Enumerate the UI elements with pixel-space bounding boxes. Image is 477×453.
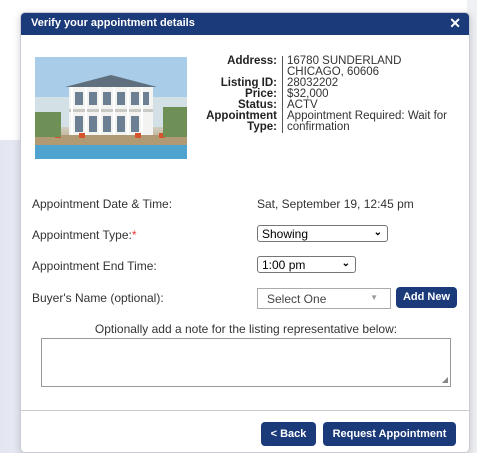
- appointment-type-selected: Showing: [262, 227, 309, 241]
- buyer-name-label: Buyer's Name (optional):: [32, 291, 164, 305]
- listing-details: Address: 16780 SUNDERLAND CHICAGO, 60606…: [193, 55, 463, 133]
- resize-grip-icon[interactable]: ◢: [442, 376, 448, 384]
- price-row: Price: $32,000: [193, 88, 463, 100]
- end-time-select[interactable]: 1:00 pm ⌄: [257, 256, 356, 273]
- dialog-title: Verify your appointment details: [31, 17, 195, 29]
- chevron-down-icon: ⌄: [373, 227, 382, 238]
- address-label: Address:: [227, 55, 277, 67]
- datetime-value: Sat, September 19, 12:45 pm: [257, 197, 414, 211]
- address-row: Address: 16780 SUNDERLAND CHICAGO, 60606: [193, 55, 463, 78]
- appointment-type-value: Appointment Required: Wait for confirmat…: [282, 110, 463, 133]
- buyer-name-select[interactable]: Select One ▼: [257, 288, 391, 309]
- triangle-down-icon: ▼: [370, 293, 378, 302]
- appointment-type-field-label-text: Appointment Type:: [32, 228, 132, 242]
- appointment-type-field-label: Appointment Type:*: [32, 228, 137, 242]
- required-marker: *: [131, 228, 137, 242]
- dialog-titlebar: Verify your appointment details ✕: [21, 13, 469, 35]
- note-label: Optionally add a note for the listing re…: [94, 322, 398, 336]
- appointment-type-select[interactable]: Showing ⌄: [257, 225, 388, 242]
- datetime-label: Appointment Date & Time:: [32, 197, 173, 211]
- footer-divider: [21, 410, 469, 411]
- appointment-type-label-line2: Type:: [247, 121, 277, 133]
- close-icon[interactable]: ✕: [449, 15, 461, 32]
- end-time-label: Appointment End Time:: [32, 259, 157, 273]
- house-photo: [35, 57, 187, 159]
- appointment-type-label: Appointment Type:: [193, 110, 282, 133]
- appointment-type-value-line2: confirmation: [287, 121, 350, 133]
- chevron-down-icon: ⌄: [341, 258, 350, 269]
- appointment-type-row: Appointment Type: Appointment Required: …: [193, 110, 463, 133]
- add-new-button[interactable]: Add New: [396, 287, 457, 308]
- back-button[interactable]: < Back: [261, 422, 316, 446]
- buyer-name-selected: Select One: [267, 292, 327, 306]
- end-time-selected: 1:00 pm: [262, 258, 306, 272]
- appointment-dialog: Verify your appointment details ✕ Addres…: [20, 12, 470, 453]
- request-appointment-button[interactable]: Request Appointment: [323, 422, 456, 446]
- note-textarea[interactable]: ◢: [41, 338, 451, 387]
- house-illustration: [35, 57, 187, 159]
- address-value: 16780 SUNDERLAND CHICAGO, 60606: [282, 55, 463, 78]
